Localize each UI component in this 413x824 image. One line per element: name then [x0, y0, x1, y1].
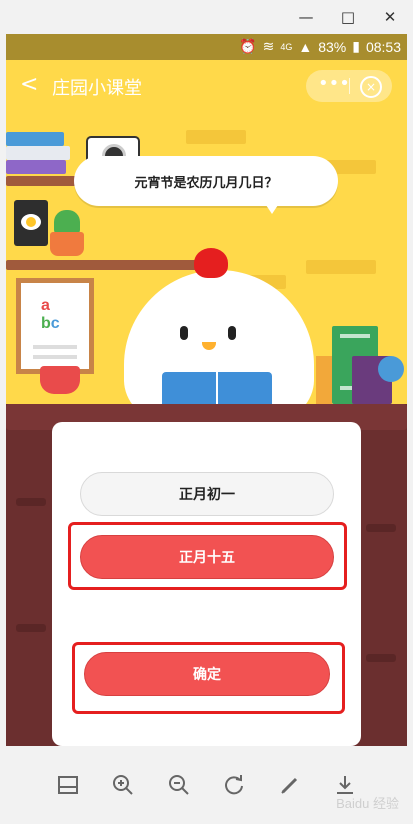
- maximize-button[interactable]: □: [334, 6, 362, 28]
- crop-button[interactable]: [52, 769, 84, 801]
- classroom-scene: a bc 元宵节是农历几月几日？ < 庄园小课堂 ••• ×: [6, 60, 407, 404]
- chick-beak: [202, 342, 216, 350]
- highlight-box: [72, 642, 345, 714]
- close-icon: ✕: [383, 8, 397, 26]
- zoom-out-icon: [168, 775, 189, 795]
- crop-icon: [57, 776, 78, 794]
- battery-icon: ▮: [352, 38, 360, 54]
- rotate-icon: [225, 775, 244, 795]
- signal-icon: ▲: [298, 38, 313, 55]
- minimize-icon: —: [298, 8, 314, 26]
- pen-icon: [281, 777, 297, 794]
- flower-pot: [50, 232, 84, 256]
- app-header: < 庄园小课堂 ••• ×: [6, 60, 407, 110]
- miniapp-capsule: ••• ×: [306, 70, 392, 102]
- battery-percent: 83%: [318, 38, 347, 55]
- maximize-icon: □: [340, 8, 356, 26]
- status-bar: ⏰ ≋ 4G ▲ 83% ▮ 08:53: [6, 34, 407, 60]
- minimize-button[interactable]: —: [292, 6, 320, 28]
- abc-poster: a bc: [16, 278, 94, 374]
- page-title: 庄园小课堂: [52, 78, 142, 99]
- open-book: [162, 372, 272, 404]
- wall-brick: [306, 260, 376, 274]
- middle-shelf: [6, 260, 202, 270]
- highlight-box: [68, 522, 347, 590]
- rotate-button[interactable]: [218, 769, 250, 801]
- option-button[interactable]: 正月初一: [80, 472, 334, 516]
- image-viewer-toolbar: [0, 746, 413, 824]
- wall-brick: [186, 130, 246, 144]
- zoom-in-button[interactable]: [107, 769, 139, 801]
- red-cup: [40, 366, 80, 394]
- wood-grain: [16, 498, 46, 506]
- chick-comb: [194, 248, 228, 278]
- clock: 08:53: [365, 38, 401, 55]
- book: [6, 132, 64, 146]
- wifi-icon: ≋: [262, 38, 275, 54]
- book: [316, 356, 332, 404]
- question-text: 元宵节是农历几月几日？: [134, 175, 278, 191]
- wood-grain: [16, 624, 46, 632]
- alarm-icon: ⏰: [239, 38, 257, 54]
- back-icon: <: [20, 72, 39, 97]
- phone-screen: ⏰ ≋ 4G ▲ 83% ▮ 08:53 a bc 元宵节是农历几月几日？ < …: [6, 34, 407, 746]
- book: [6, 146, 70, 160]
- chick-eye: [180, 326, 188, 340]
- close-window-button[interactable]: ✕: [376, 6, 404, 28]
- book: [6, 160, 66, 174]
- egg-picture: [14, 200, 48, 246]
- wood-grain: [366, 524, 396, 532]
- cactus-plant: [54, 210, 80, 234]
- bubble-tail: [264, 202, 280, 214]
- globe-icon: [378, 356, 404, 382]
- capsule-divider: [349, 78, 350, 94]
- more-menu-button[interactable]: •••: [318, 73, 350, 94]
- chick-mascot: [124, 248, 314, 404]
- watermark: Baidu 经验: [336, 796, 399, 811]
- edit-button[interactable]: [274, 769, 306, 801]
- zoom-in-icon: [113, 775, 133, 795]
- window-titlebar: — □ ✕: [0, 0, 413, 34]
- zoom-out-button[interactable]: [163, 769, 195, 801]
- question-bubble: 元宵节是农历几月几日？: [74, 156, 338, 206]
- option-label: 正月初一: [179, 487, 235, 503]
- back-button[interactable]: <: [20, 72, 38, 97]
- wood-grain: [366, 654, 396, 662]
- close-miniapp-button[interactable]: ×: [360, 76, 382, 98]
- network-type: 4G: [280, 41, 293, 52]
- chick-eye: [228, 326, 236, 340]
